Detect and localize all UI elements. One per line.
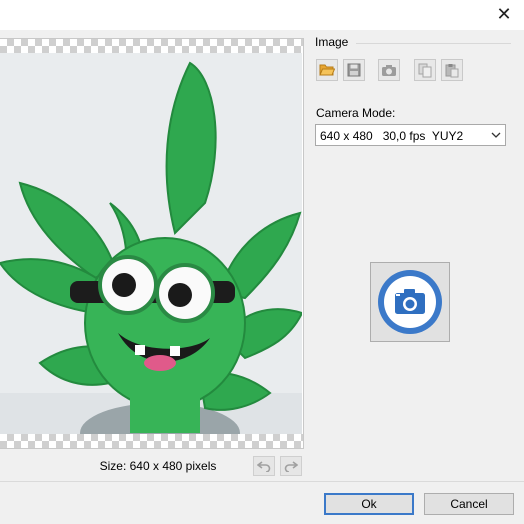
capture-button[interactable] xyxy=(370,262,450,342)
captured-photo xyxy=(0,53,303,448)
camera-mode-label: Camera Mode: xyxy=(316,106,396,120)
undo-icon xyxy=(257,461,271,472)
title-bar: ✕ xyxy=(0,0,524,30)
save-icon xyxy=(347,63,361,77)
plush-toy-image xyxy=(0,53,303,448)
close-icon[interactable]: ✕ xyxy=(494,4,514,24)
footer-divider xyxy=(0,481,524,482)
folder-open-icon xyxy=(319,64,335,76)
image-preview xyxy=(0,38,304,449)
ok-button[interactable]: Ok xyxy=(324,493,414,515)
snapshot-button[interactable] xyxy=(378,59,400,81)
paste-icon xyxy=(445,63,459,77)
transparency-strip-bottom xyxy=(0,434,303,448)
copy-button[interactable] xyxy=(414,59,436,81)
image-group-title: Image xyxy=(315,35,353,49)
redo-icon xyxy=(284,461,298,472)
camera-mode-value: 640 x 480 30,0 fps YUY2 xyxy=(320,129,464,143)
paste-button[interactable] xyxy=(441,59,463,81)
copy-icon xyxy=(418,63,432,77)
chevron-down-icon xyxy=(491,130,501,140)
open-file-button[interactable] xyxy=(316,59,338,81)
cancel-button[interactable]: Cancel xyxy=(424,493,514,515)
capture-camera-icon xyxy=(378,270,442,334)
transparency-strip-top xyxy=(0,39,303,53)
save-button[interactable] xyxy=(343,59,365,81)
camera-icon xyxy=(382,64,396,76)
redo-button[interactable] xyxy=(280,456,302,476)
undo-button[interactable] xyxy=(253,456,275,476)
group-divider xyxy=(356,43,511,44)
camera-mode-select[interactable]: 640 x 480 30,0 fps YUY2 xyxy=(315,124,506,146)
